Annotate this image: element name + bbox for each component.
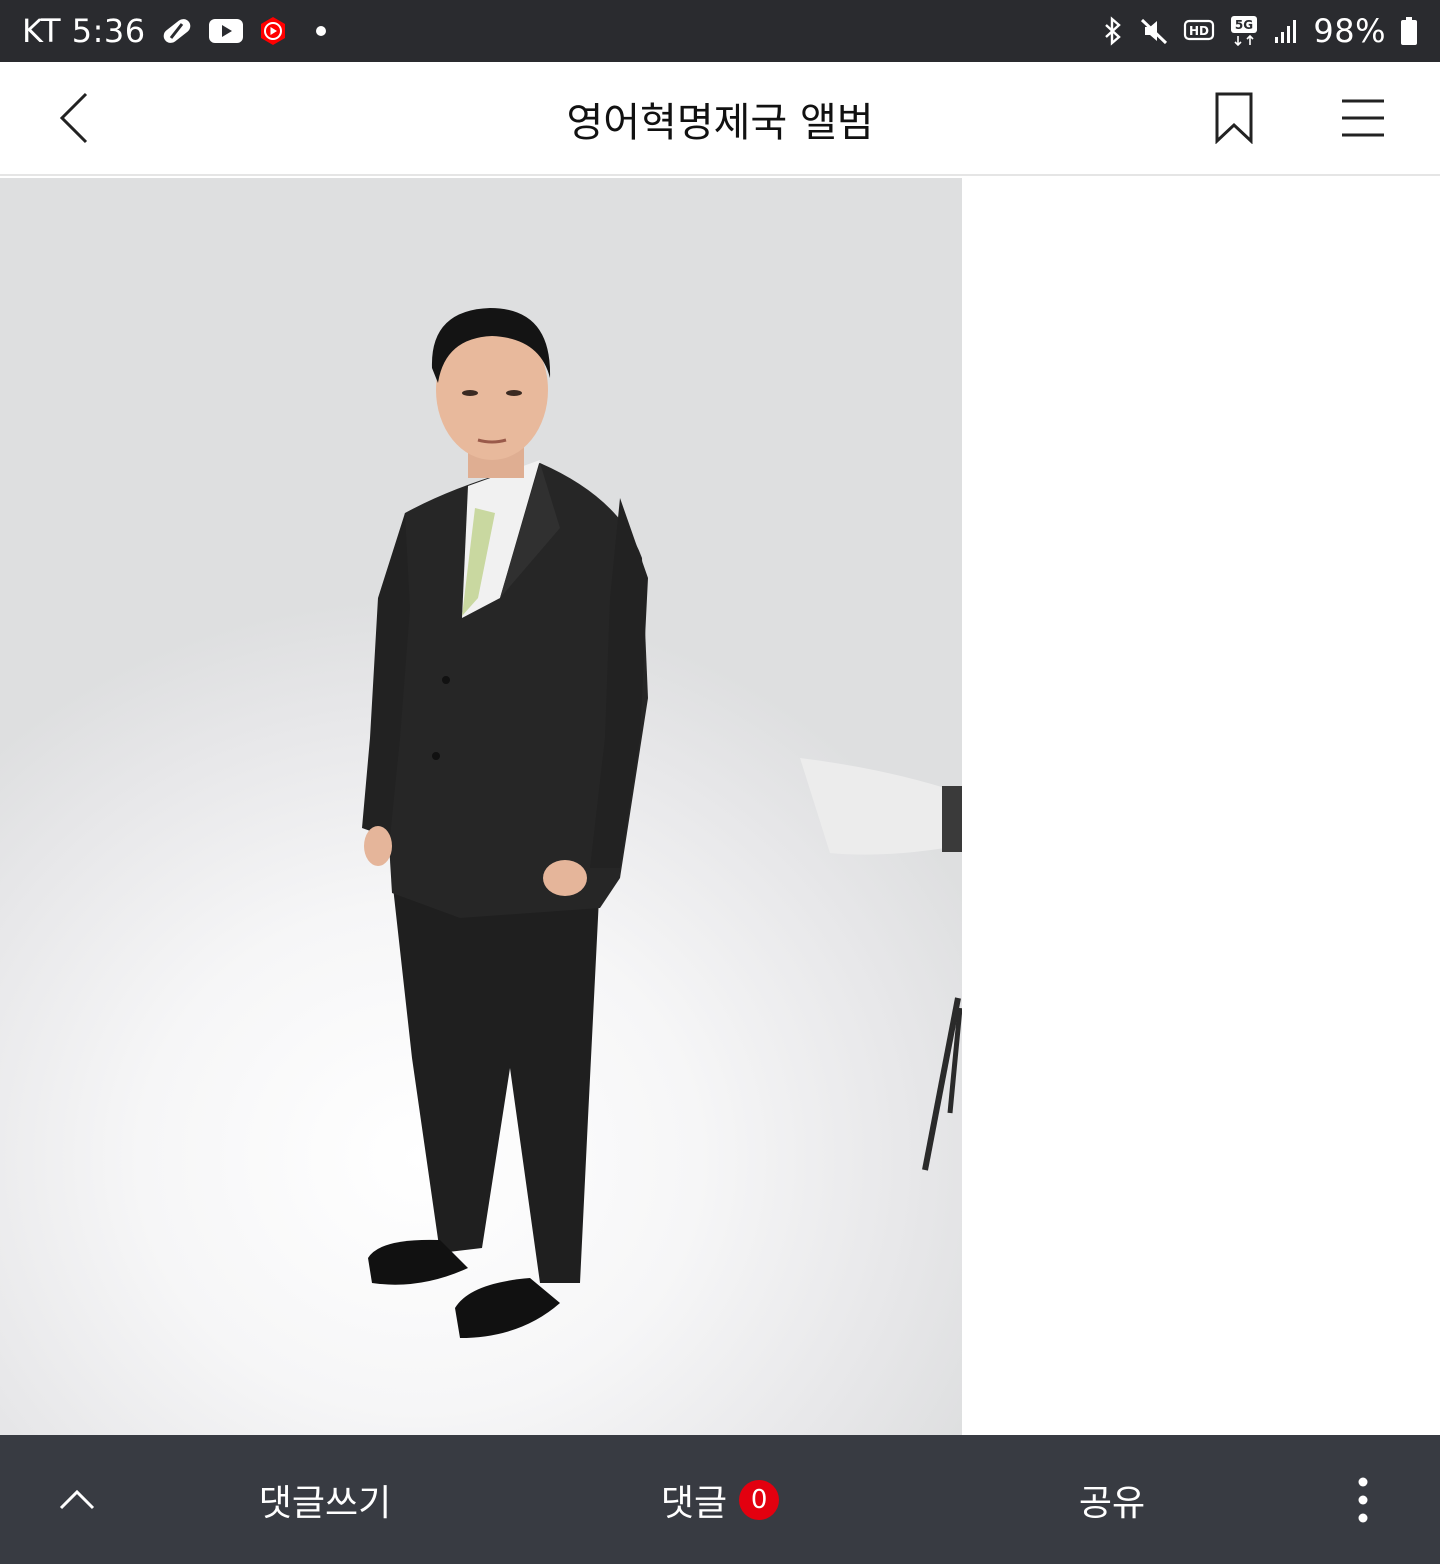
bookmark-icon [1215, 92, 1253, 144]
share-button[interactable]: 공유 [1060, 1435, 1164, 1564]
person-in-suit [362, 308, 648, 1338]
carrier-time: KT 5:36 [22, 12, 146, 50]
svg-text:5G: 5G [1235, 18, 1253, 32]
photo-viewer [0, 178, 1440, 1435]
hd-voice-icon: HD [1183, 17, 1215, 45]
youtube-music-icon [258, 16, 288, 46]
back-chevron-icon [59, 92, 88, 144]
more-button[interactable] [1330, 1435, 1396, 1564]
menu-button[interactable] [1330, 86, 1396, 150]
signal-icon [1273, 17, 1299, 45]
app-bar: 영어혁명제국 앨범 [0, 62, 1440, 176]
mute-icon [1139, 16, 1169, 46]
photo-illustration [362, 308, 962, 1338]
studio-light [800, 758, 962, 1171]
bottom-bar: 댓글쓰기 댓글 0 공유 [0, 1435, 1440, 1564]
more-vertical-icon [1358, 1477, 1368, 1522]
write-comment-button[interactable]: 댓글쓰기 [225, 1435, 425, 1564]
album-photo[interactable] [0, 178, 962, 1435]
battery-percent: 98% [1313, 12, 1386, 50]
hamburger-menu-icon [1342, 99, 1384, 137]
comments-button[interactable]: 댓글 0 [640, 1435, 800, 1564]
notification-dot [315, 26, 326, 36]
status-left: KT 5:36 [22, 15, 326, 47]
comment-count-badge: 0 [739, 1479, 780, 1520]
svg-text:HD: HD [1189, 24, 1209, 38]
bookmark-button[interactable] [1202, 86, 1266, 150]
back-button[interactable] [44, 86, 108, 150]
pill-icon [160, 16, 194, 46]
chevron-up-icon [59, 1489, 95, 1509]
status-bar: KT 5:36 HD 5G 98% [0, 0, 1440, 62]
comments-label: 댓글 [660, 1482, 728, 1524]
bluetooth-icon [1101, 16, 1125, 46]
youtube-icon [208, 17, 244, 45]
5g-icon: 5G [1229, 15, 1259, 47]
scroll-top-button[interactable] [40, 1435, 114, 1564]
status-right: HD 5G 98% [1101, 15, 1418, 47]
battery-icon [1400, 16, 1418, 46]
